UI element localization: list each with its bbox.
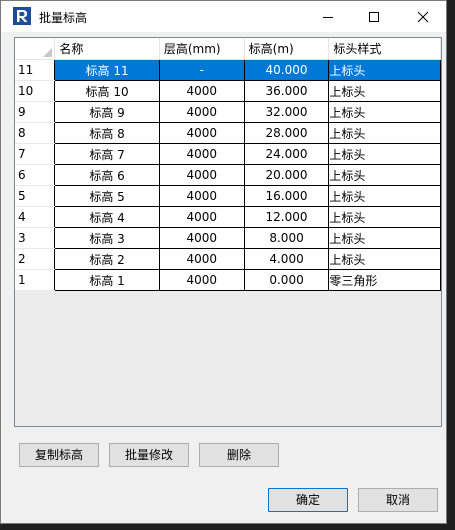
cell-head-style[interactable]: 上标头 bbox=[328, 227, 441, 249]
cell-elevation[interactable]: 20.000 bbox=[243, 164, 330, 186]
minimize-icon bbox=[323, 17, 333, 18]
cell-name[interactable]: 标高 8 bbox=[54, 122, 160, 144]
row-number[interactable]: 1 bbox=[15, 269, 55, 291]
window-title: 批量标高 bbox=[39, 11, 88, 25]
cell-head-style[interactable]: 上标头 bbox=[328, 248, 441, 270]
copy-level-button[interactable]: 复制标高 bbox=[19, 443, 99, 467]
header-row: 名称 层高(mm) 标高(m) 标头样式 bbox=[15, 38, 441, 60]
table-row[interactable]: 10 标高 10 4000 36.000 上标头 bbox=[15, 80, 441, 102]
cell-floor-height[interactable]: 4000 bbox=[158, 227, 245, 249]
levels-grid[interactable]: 名称 层高(mm) 标高(m) 标头样式 11 标高 11-40.000 上标头 10… bbox=[14, 37, 442, 427]
row-number[interactable]: 8 bbox=[15, 122, 55, 144]
cell-floor-height[interactable]: 4000 bbox=[158, 206, 245, 228]
cell-name[interactable]: 标高 4 bbox=[54, 206, 160, 228]
cell-head-style[interactable]: 零三角形 bbox=[328, 269, 441, 291]
revit-app-icon bbox=[13, 7, 31, 25]
levels-table: 名称 层高(mm) 标高(m) 标头样式 11 标高 11-40.000 上标头 10… bbox=[15, 38, 441, 291]
cell-elevation[interactable]: 12.000 bbox=[243, 206, 330, 228]
title-bar[interactable]: 批量标高 bbox=[1, 1, 446, 32]
column-header-elevation[interactable]: 标高(m) bbox=[244, 38, 330, 60]
cell-name[interactable]: 标高 3 bbox=[54, 227, 160, 249]
cell-elevation[interactable]: 40.000 bbox=[243, 59, 330, 81]
minimize-button[interactable] bbox=[305, 1, 351, 32]
row-number[interactable]: 2 bbox=[15, 248, 55, 270]
select-all-corner[interactable] bbox=[15, 38, 56, 60]
batch-levels-dialog: 批量标高 名称 层高(mm) 标高(m) 标头样式 11 标高 11 - 40.… bbox=[0, 0, 447, 524]
maximize-icon bbox=[369, 12, 379, 22]
delete-button[interactable]: 删除 bbox=[199, 443, 279, 467]
cell-head-style[interactable]: 上标头 bbox=[328, 59, 441, 81]
column-header-floor-height[interactable]: 层高(mm) bbox=[159, 38, 245, 60]
cell-name[interactable]: 标高 7 bbox=[54, 143, 160, 165]
ok-button[interactable]: 确定 bbox=[268, 488, 348, 512]
cell-elevation[interactable]: 8.000 bbox=[243, 227, 330, 249]
table-row[interactable]: 2 标高 2 4000 4.000 上标头 bbox=[15, 248, 441, 270]
row-number[interactable]: 5 bbox=[15, 185, 55, 207]
table-row[interactable]: 4 标高 4 4000 12.000 上标头 bbox=[15, 206, 441, 228]
cell-floor-height[interactable]: 4000 bbox=[158, 269, 245, 291]
cell-floor-height[interactable]: 4000 bbox=[158, 164, 245, 186]
cell-elevation[interactable]: 16.000 bbox=[243, 185, 330, 207]
row-number[interactable]: 6 bbox=[15, 164, 55, 186]
cell-head-style[interactable]: 上标头 bbox=[328, 122, 441, 144]
cell-elevation[interactable]: 24.000 bbox=[243, 143, 330, 165]
cell-floor-height[interactable]: 4000 bbox=[158, 248, 245, 270]
cell-elevation[interactable]: 36.000 bbox=[243, 80, 330, 102]
column-header-name[interactable]: 名称 bbox=[54, 38, 160, 60]
row-number[interactable]: 11 bbox=[15, 59, 55, 81]
cell-floor-height[interactable]: 4000 bbox=[158, 143, 245, 165]
table-row[interactable]: 11 标高 11-40.000 上标头 bbox=[15, 59, 441, 81]
cell-head-style[interactable]: 上标头 bbox=[328, 206, 441, 228]
table-row[interactable]: 9 标高 9 4000 32.000 上标头 bbox=[15, 101, 441, 123]
corner-triangle-icon bbox=[43, 48, 53, 57]
row-number[interactable]: 4 bbox=[15, 206, 55, 228]
row-number[interactable]: 10 bbox=[15, 80, 55, 102]
close-icon bbox=[417, 11, 429, 23]
cell-elevation[interactable]: 32.000 bbox=[243, 101, 330, 123]
column-header-head-style[interactable]: 标头样式 bbox=[328, 38, 441, 60]
row-number[interactable]: 9 bbox=[15, 101, 55, 123]
cell-elevation[interactable]: 4.000 bbox=[243, 248, 330, 270]
table-row[interactable]: 8 标高 8 4000 28.000 上标头 bbox=[15, 122, 441, 144]
cancel-button[interactable]: 取消 bbox=[358, 488, 438, 512]
cell-head-style[interactable]: 上标头 bbox=[328, 101, 441, 123]
cell-floor-height[interactable]: - bbox=[158, 59, 245, 81]
row-number[interactable]: 7 bbox=[15, 143, 55, 165]
row-number[interactable]: 3 bbox=[15, 227, 55, 249]
table-row[interactable]: 7 标高 7 4000 24.000 上标头 bbox=[15, 143, 441, 165]
table-row[interactable]: 6 标高 6 4000 20.000 上标头 bbox=[15, 164, 441, 186]
cell-floor-height[interactable]: 4000 bbox=[158, 101, 245, 123]
cell-head-style[interactable]: 上标头 bbox=[328, 164, 441, 186]
maximize-button[interactable] bbox=[351, 1, 397, 32]
cell-floor-height[interactable]: 4000 bbox=[158, 185, 245, 207]
cell-elevation[interactable]: 0.000 bbox=[243, 269, 330, 291]
cell-floor-height[interactable]: 4000 bbox=[158, 80, 245, 102]
cell-head-style[interactable]: 上标头 bbox=[328, 80, 441, 102]
batch-edit-button[interactable]: 批量修改 bbox=[109, 443, 189, 467]
cell-name[interactable]: 标高 5 bbox=[54, 185, 160, 207]
cell-name[interactable]: 标高 10 bbox=[54, 80, 160, 102]
cell-floor-height[interactable]: 4000 bbox=[158, 122, 245, 144]
cell-head-style[interactable]: 上标头 bbox=[328, 143, 441, 165]
cell-head-style[interactable]: 上标头 bbox=[328, 185, 441, 207]
cell-name[interactable]: 标高 1 bbox=[54, 269, 160, 291]
cell-name[interactable]: 标高 9 bbox=[54, 101, 160, 123]
close-button[interactable] bbox=[400, 1, 446, 32]
cell-name[interactable]: 标高 2 bbox=[54, 248, 160, 270]
table-row[interactable]: 1 标高 1 4000 0.000 零三角形 bbox=[15, 269, 441, 291]
table-row[interactable]: 3 标高 3 4000 8.000 上标头 bbox=[15, 227, 441, 249]
cell-elevation[interactable]: 28.000 bbox=[243, 122, 330, 144]
cell-name[interactable]: 标高 6 bbox=[54, 164, 160, 186]
table-row[interactable]: 5 标高 5 4000 16.000 上标头 bbox=[15, 185, 441, 207]
cell-name[interactable]: 标高 11 bbox=[54, 59, 160, 81]
